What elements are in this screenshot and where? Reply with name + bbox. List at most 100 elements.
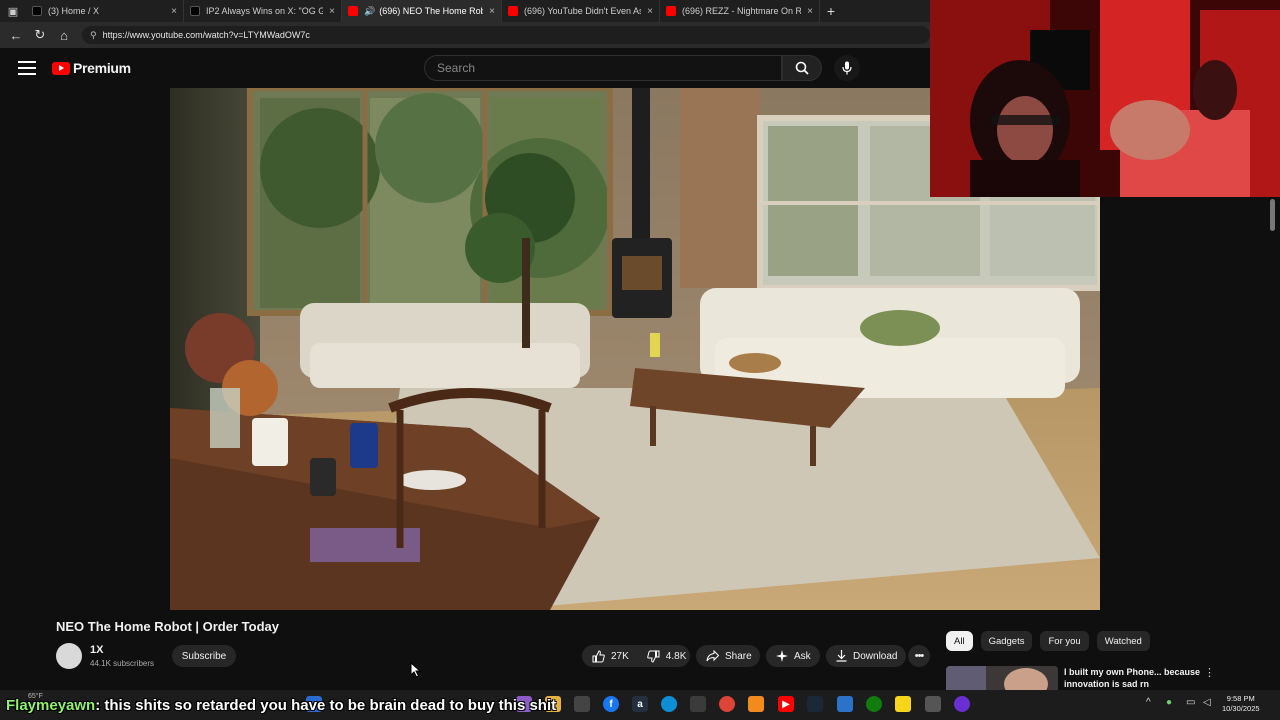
tab-actions-icon[interactable]: ▣ xyxy=(0,0,26,22)
facebook-icon[interactable]: f xyxy=(603,696,619,712)
filter-chips: All Gadgets For you Watched xyxy=(946,631,1158,651)
xbox-icon[interactable] xyxy=(866,696,882,712)
like-button[interactable]: 27K xyxy=(582,645,637,667)
like-count: 27K xyxy=(611,650,629,662)
logo-text: Premium xyxy=(73,60,131,76)
steam-icon[interactable] xyxy=(807,696,823,712)
youtube-play-icon xyxy=(52,61,70,75)
taskbar-app-icon[interactable] xyxy=(925,696,941,712)
speaker-icon: 🔊 xyxy=(364,5,376,16)
clock-time: 9:58 PM xyxy=(1226,694,1255,703)
youtube-favicon-icon xyxy=(348,6,358,16)
microphone-tray-icon[interactable]: ● xyxy=(1166,697,1172,708)
stream-chat-message: Flaymeyawn: this shits so retarded you h… xyxy=(6,697,556,714)
recommendation-title[interactable]: I built my own Phone... because innovati… xyxy=(1064,666,1204,688)
subscriber-count: 44.1K subscribers xyxy=(90,659,155,668)
tab-close-icon[interactable]: × xyxy=(171,6,177,17)
video-title: NEO The Home Robot | Order Today xyxy=(56,619,279,634)
chip-gadgets[interactable]: Gadgets xyxy=(980,631,1033,651)
search-icon xyxy=(795,61,809,75)
sparkle-icon xyxy=(776,650,788,662)
dislike-button[interactable]: 4.8K xyxy=(637,645,695,667)
site-info-icon[interactable]: ⚲ xyxy=(90,30,97,41)
tab-title: (3) Home / X xyxy=(48,6,100,16)
more-horizontal-icon: ••• xyxy=(914,650,925,662)
edge-browser-icon[interactable] xyxy=(661,696,677,712)
thumbs-down-icon xyxy=(647,650,660,663)
youtube-favicon-icon xyxy=(508,6,518,16)
ask-button[interactable]: Ask xyxy=(766,645,820,667)
browser-tab-strip: ▣ (3) Home / X × IP2 Always Wins on X: "… xyxy=(0,0,930,22)
back-arrow-icon[interactable]: ← xyxy=(4,23,28,47)
dislike-count: 4.8K xyxy=(665,650,687,662)
like-dislike-group: 27K 4.8K xyxy=(582,645,690,667)
share-button[interactable]: Share xyxy=(696,645,760,667)
webcam-overlay xyxy=(930,0,1280,197)
taskbar-app-icon[interactable] xyxy=(837,696,853,712)
network-icon[interactable]: ▭ xyxy=(1186,697,1195,708)
chat-text: : this shits so retarded you have to be … xyxy=(95,697,557,714)
menu-icon[interactable] xyxy=(18,61,36,75)
home-icon[interactable]: ⌂ xyxy=(52,23,76,47)
more-actions-button[interactable]: ••• xyxy=(908,645,930,667)
browser-tab[interactable]: (696) REZZ - Nightmare On Rezz × xyxy=(660,0,820,22)
youtube-app-icon[interactable]: ▶ xyxy=(778,696,794,712)
tab-close-icon[interactable]: × xyxy=(807,6,813,17)
search-button[interactable] xyxy=(782,55,822,81)
tab-title: (696) YouTube Didn't Even Ask F xyxy=(524,6,641,16)
channel-avatar[interactable] xyxy=(56,643,82,669)
share-label: Share xyxy=(725,650,752,662)
subscribe-button[interactable]: Subscribe xyxy=(172,645,236,667)
url-field[interactable]: ⚲ https://www.youtube.com/watch?v=LTYMWa… xyxy=(82,26,930,44)
sticky-notes-icon[interactable] xyxy=(895,696,911,712)
x-favicon-icon xyxy=(32,6,42,16)
voice-search-button[interactable] xyxy=(834,55,860,81)
chip-for-you[interactable]: For you xyxy=(1040,631,1089,651)
chip-watched[interactable]: Watched xyxy=(1096,631,1150,651)
more-vertical-icon[interactable]: ⋮ xyxy=(1204,666,1215,679)
tab-title: (696) NEO The Home Robot xyxy=(379,6,484,16)
browser-tab-active[interactable]: 🔊 (696) NEO The Home Robot × xyxy=(342,0,502,22)
amazon-icon[interactable]: a xyxy=(632,696,648,712)
microphone-icon xyxy=(842,61,852,75)
youtube-masthead: Premium Search xyxy=(0,48,930,88)
browser-tab[interactable]: (696) YouTube Didn't Even Ask F × xyxy=(502,0,660,22)
tab-title: IP2 Always Wins on X: "OG Geeze xyxy=(206,6,323,16)
refresh-icon[interactable]: ↻ xyxy=(28,23,52,47)
chevron-up-icon[interactable]: ^ xyxy=(1146,697,1151,708)
obs-icon[interactable] xyxy=(954,696,970,712)
clock-date: 10/30/2025 xyxy=(1222,704,1260,713)
download-label: Download xyxy=(853,650,898,662)
mouse-cursor-icon xyxy=(410,662,422,678)
webcam-feed-image xyxy=(930,0,1280,197)
vlc-icon[interactable] xyxy=(748,696,764,712)
chrome-icon[interactable] xyxy=(719,696,735,712)
calculator-icon[interactable] xyxy=(690,696,706,712)
scrollbar-thumb[interactable] xyxy=(1270,199,1275,231)
tab-title: (696) REZZ - Nightmare On Rezz xyxy=(682,6,801,16)
page-scrollbar[interactable] xyxy=(1268,197,1276,687)
channel-name[interactable]: 1X xyxy=(90,644,103,656)
screen: ▣ (3) Home / X × IP2 Always Wins on X: "… xyxy=(0,0,1280,720)
recommendation-thumbnail[interactable] xyxy=(946,666,1058,690)
download-button[interactable]: Download xyxy=(826,645,906,667)
clock[interactable]: 9:58 PM 10/30/2025 xyxy=(1222,694,1260,714)
tab-close-icon[interactable]: × xyxy=(489,6,495,17)
share-arrow-icon xyxy=(706,650,719,662)
youtube-favicon-icon xyxy=(666,6,676,16)
youtube-logo[interactable]: Premium xyxy=(52,60,131,76)
tab-close-icon[interactable]: × xyxy=(647,6,653,17)
volume-icon[interactable]: ◁ xyxy=(1203,697,1211,708)
x-favicon-icon xyxy=(190,6,200,16)
ask-label: Ask xyxy=(794,650,811,662)
search-input[interactable]: Search xyxy=(424,55,782,81)
chip-all[interactable]: All xyxy=(946,631,973,651)
url-text: https://www.youtube.com/watch?v=LTYMWadO… xyxy=(102,30,310,40)
chat-username: Flaymeyawn xyxy=(6,697,96,714)
store-icon[interactable] xyxy=(574,696,590,712)
browser-tab[interactable]: IP2 Always Wins on X: "OG Geeze × xyxy=(184,0,342,22)
tab-close-icon[interactable]: × xyxy=(329,6,335,17)
new-tab-button[interactable]: + xyxy=(820,3,842,19)
browser-tab[interactable]: (3) Home / X × xyxy=(26,0,184,22)
download-icon xyxy=(836,650,847,662)
